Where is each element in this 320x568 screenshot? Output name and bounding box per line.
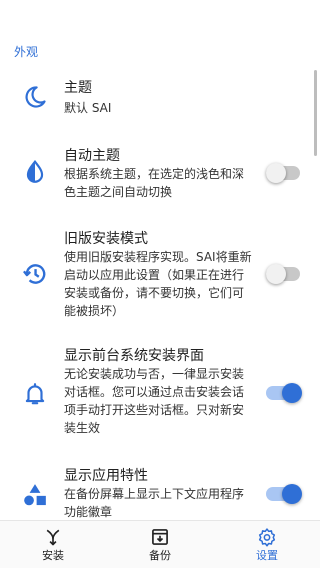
nav-install-label: 安装	[42, 549, 64, 562]
pref-show-app-features[interactable]: 显示应用特性 在备份屏幕上显示上下文应用程序功能徽章	[0, 466, 320, 520]
section-header-appearance: 外观	[14, 45, 39, 59]
pref-show-install-ui-summary: 无论安装成功与否，一律显示安装对话框。您可以通过点击安装会话项手动打开这些对话框…	[64, 367, 245, 435]
app-features-switch[interactable]	[266, 484, 302, 504]
bottom-navigation: 安装 备份 设置	[0, 520, 320, 568]
contrast-drop-icon	[26, 159, 44, 183]
pref-auto-theme-summary: 根据系统主题，在选定的浅色和深色主题之间自动切换	[64, 167, 245, 199]
pref-show-install-ui-title: 显示前台系统安装界面	[64, 348, 204, 364]
shapes-icon	[24, 484, 46, 506]
pref-theme-summary: 默认 SAI	[64, 101, 112, 115]
nav-install[interactable]: 安装	[0, 521, 106, 568]
nav-settings-label: 设置	[256, 549, 278, 562]
pref-legacy-install-summary: 使用旧版安装程序实现。SAI将重新启动以应用此设置（如果正在进行安装或备份，请不…	[64, 250, 252, 318]
settings-gear-icon	[258, 528, 276, 547]
nav-backup-label: 备份	[149, 549, 171, 562]
pref-auto-theme[interactable]: 自动主题 根据系统主题，在选定的浅色和深色主题之间自动切换	[0, 146, 320, 202]
legacy-install-switch[interactable]	[266, 264, 300, 284]
switch-thumb	[282, 484, 302, 504]
pref-show-system-install-ui[interactable]: 显示前台系统安装界面 无论安装成功与否，一律显示安装对话框。您可以通过点击安装会…	[0, 346, 320, 438]
show-install-ui-switch[interactable]	[266, 383, 302, 403]
bell-icon	[25, 383, 45, 405]
switch-thumb	[282, 383, 302, 403]
nav-settings[interactable]: 设置	[214, 521, 320, 568]
pref-auto-theme-title: 自动主题	[64, 148, 120, 164]
switch-thumb	[266, 264, 286, 284]
auto-theme-switch[interactable]	[266, 163, 300, 183]
settings-list[interactable]: 外观 主题 默认 SAI 自动主题 根据系统主题，在选定的浅色和深色主题之间自动…	[0, 0, 320, 520]
backup-icon	[152, 529, 168, 545]
pref-legacy-install-mode[interactable]: 旧版安装模式 使用旧版安装程序实现。SAI将重新启动以应用此设置（如果正在进行安…	[0, 229, 320, 321]
pref-app-features-title: 显示应用特性	[64, 468, 148, 484]
moon-icon	[25, 86, 46, 108]
install-icon	[46, 529, 60, 546]
pref-legacy-install-title: 旧版安装模式	[64, 231, 148, 247]
pref-app-features-summary: 在备份屏幕上显示上下文应用程序功能徽章	[64, 487, 245, 519]
switch-thumb	[266, 163, 286, 183]
scrollbar[interactable]	[314, 70, 317, 156]
nav-backup[interactable]: 备份	[107, 521, 213, 568]
status-bar	[0, 0, 320, 24]
history-icon	[23, 264, 46, 284]
pref-theme[interactable]: 主题 默认 SAI	[0, 78, 320, 122]
pref-theme-title: 主题	[64, 80, 92, 96]
